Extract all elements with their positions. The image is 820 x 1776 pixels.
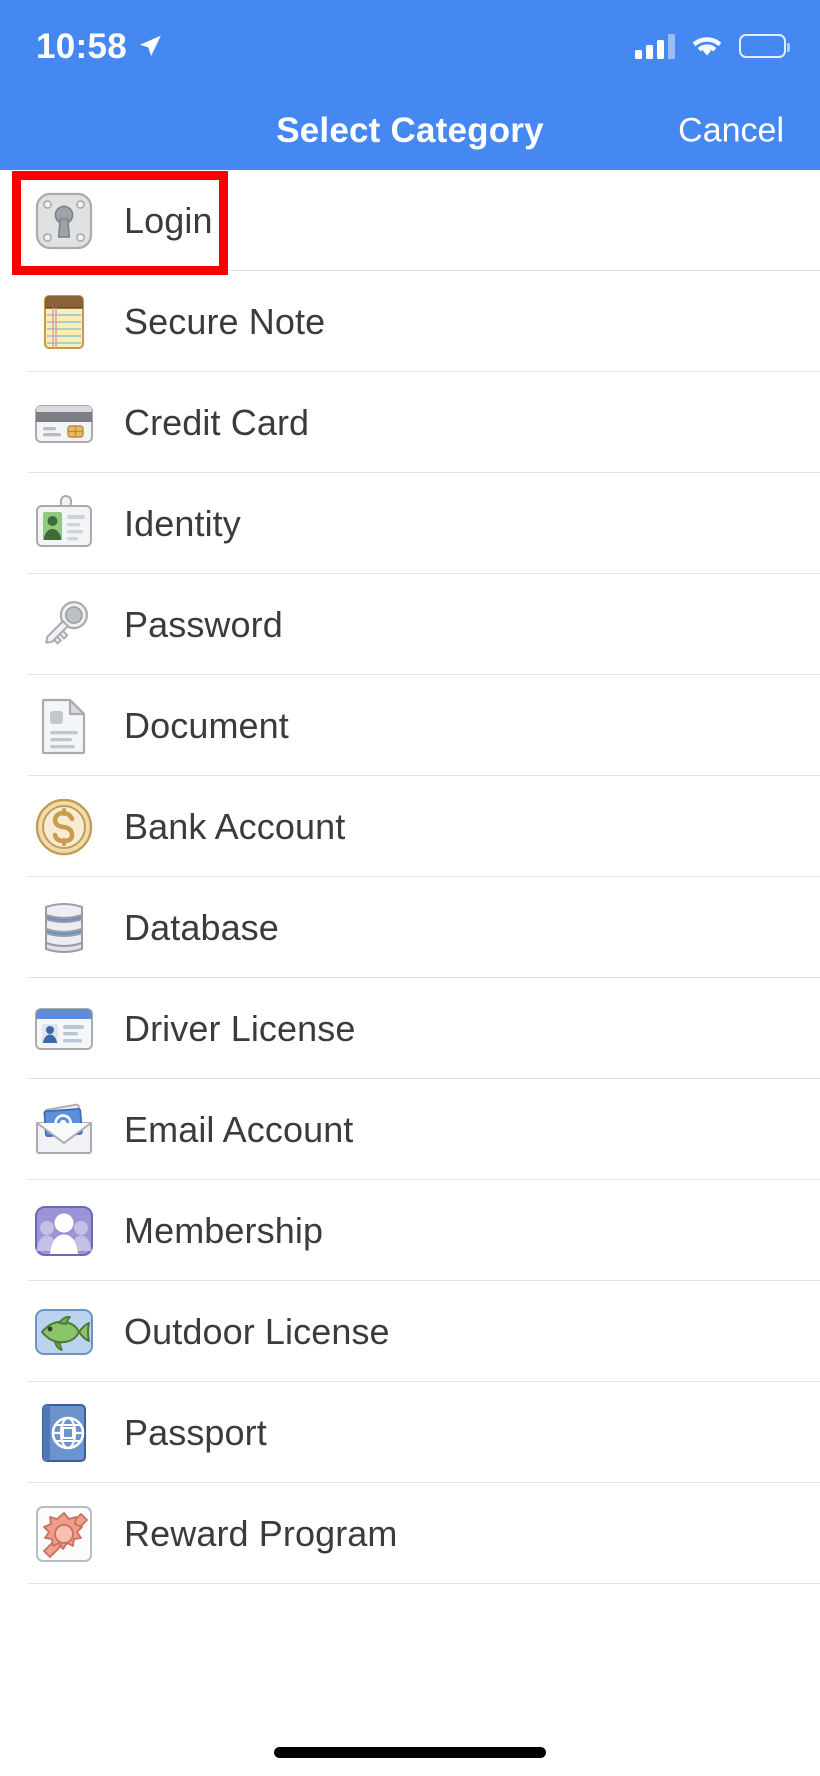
list-item-identity[interactable]: Identity	[0, 473, 820, 574]
list-item-label: Bank Account	[124, 805, 346, 847]
cancel-button[interactable]: Cancel	[678, 112, 784, 151]
list-item-label: Identity	[124, 502, 241, 544]
battery-icon	[739, 34, 790, 58]
rosette-seal-icon	[30, 1500, 98, 1568]
document-page-icon	[30, 692, 98, 760]
list-item-credit-card[interactable]: Credit Card	[0, 372, 820, 473]
wifi-icon	[692, 37, 722, 56]
list-item-reward-program[interactable]: Reward Program	[0, 1483, 820, 1584]
list-item-label: Document	[124, 704, 289, 746]
key-icon	[30, 591, 98, 659]
list-item-login[interactable]: Login	[0, 170, 820, 271]
list-item-password[interactable]: Password	[0, 574, 820, 675]
envelope-at-icon	[30, 1096, 98, 1164]
phone-screen: 10:58 Select Category Cancel Login Secur…	[0, 0, 820, 1776]
list-item-document[interactable]: Document	[0, 675, 820, 776]
list-item-label: Password	[124, 603, 283, 645]
passport-book-icon	[30, 1399, 98, 1467]
list-item-label: Secure Note	[124, 300, 326, 342]
status-bar-clock: 10:58	[36, 26, 128, 66]
list-item-label: Driver License	[124, 1007, 356, 1049]
list-item-label: Email Account	[124, 1108, 354, 1150]
home-indicator[interactable]	[274, 1747, 546, 1758]
lock-plate-icon	[30, 187, 98, 255]
navigation-bar: Select Category Cancel	[0, 92, 820, 170]
database-stack-icon	[30, 894, 98, 962]
id-badge-icon	[30, 490, 98, 558]
list-item-email-account[interactable]: Email Account	[0, 1079, 820, 1180]
list-item-label: Login	[124, 199, 213, 241]
drivers-license-icon	[30, 995, 98, 1063]
list-item-passport[interactable]: Passport	[0, 1382, 820, 1483]
list-item-bank-account[interactable]: Bank Account	[0, 776, 820, 877]
people-group-icon	[30, 1197, 98, 1265]
list-item-outdoor-license[interactable]: Outdoor License	[0, 1281, 820, 1382]
list-item-label: Credit Card	[124, 401, 310, 443]
status-bar-right	[635, 33, 790, 59]
list-item-label: Reward Program	[124, 1512, 398, 1554]
list-item-label: Outdoor License	[124, 1310, 390, 1352]
list-item-label: Passport	[124, 1411, 267, 1453]
fish-icon	[30, 1298, 98, 1366]
list-item-database[interactable]: Database	[0, 877, 820, 978]
list-item-membership[interactable]: Membership	[0, 1180, 820, 1281]
list-item-label: Membership	[124, 1209, 324, 1251]
page-title: Select Category	[276, 111, 544, 150]
list-item-secure-note[interactable]: Secure Note	[0, 271, 820, 372]
cellular-signal-icon	[635, 33, 675, 59]
status-bar-left: 10:58	[36, 29, 163, 64]
location-arrow-icon	[139, 35, 161, 56]
list-item-label: Database	[124, 906, 279, 948]
list-item-driver-license[interactable]: Driver License	[0, 978, 820, 1079]
dollar-coin-icon	[30, 793, 98, 861]
legal-pad-icon	[30, 288, 98, 356]
credit-card-icon	[30, 389, 98, 457]
status-bar: 10:58	[0, 0, 820, 92]
category-list: Login Secure Note Credit Card Identity P…	[0, 170, 820, 1584]
